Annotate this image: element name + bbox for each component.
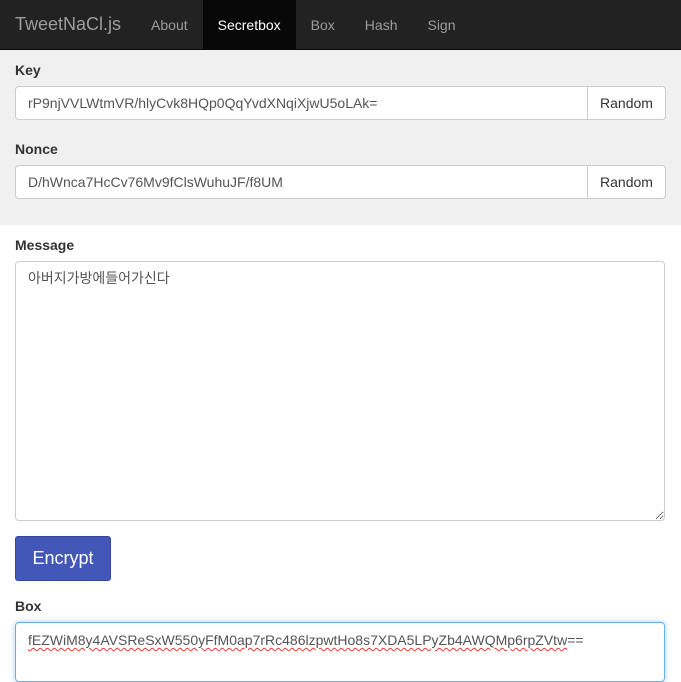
nav-item-sign[interactable]: Sign: [412, 0, 470, 49]
nonce-input[interactable]: [15, 165, 587, 199]
box-output-field[interactable]: fEZWiM8y4AVSReSxW550yFfM0ap7rRc486lzpwtH…: [15, 622, 665, 682]
message-textarea[interactable]: 아버지가방에들어가신다: [15, 261, 665, 521]
encrypt-button[interactable]: Encrypt: [15, 536, 111, 581]
box-label: Box: [15, 598, 42, 614]
nonce-label: Nonce: [15, 141, 58, 157]
message-panel: Message 아버지가방에들어가신다 Encrypt Box fEZWiM8y…: [0, 225, 681, 682]
nav-item-hash[interactable]: Hash: [350, 0, 413, 49]
box-value-main: fEZWiM8y4AVSReSxW550yFfM0ap7rRc486lzpwtH…: [28, 632, 568, 648]
key-nonce-panel: Key Random Nonce Random: [0, 50, 681, 225]
nav-item-about[interactable]: About: [136, 0, 203, 49]
message-label: Message: [15, 237, 75, 253]
navbar: TweetNaCl.js About Secretbox Box Hash Si…: [0, 0, 681, 50]
key-label: Key: [15, 62, 41, 78]
box-value-tail: ==: [567, 632, 584, 648]
key-input[interactable]: [15, 86, 587, 120]
key-input-group: Random: [15, 86, 666, 120]
nav-item-secretbox[interactable]: Secretbox: [202, 0, 296, 49]
nonce-random-button[interactable]: Random: [587, 165, 666, 199]
nav-item-box[interactable]: Box: [296, 0, 350, 49]
brand-link[interactable]: TweetNaCl.js: [0, 0, 136, 49]
nonce-input-group: Random: [15, 165, 666, 199]
key-random-button[interactable]: Random: [587, 86, 666, 120]
